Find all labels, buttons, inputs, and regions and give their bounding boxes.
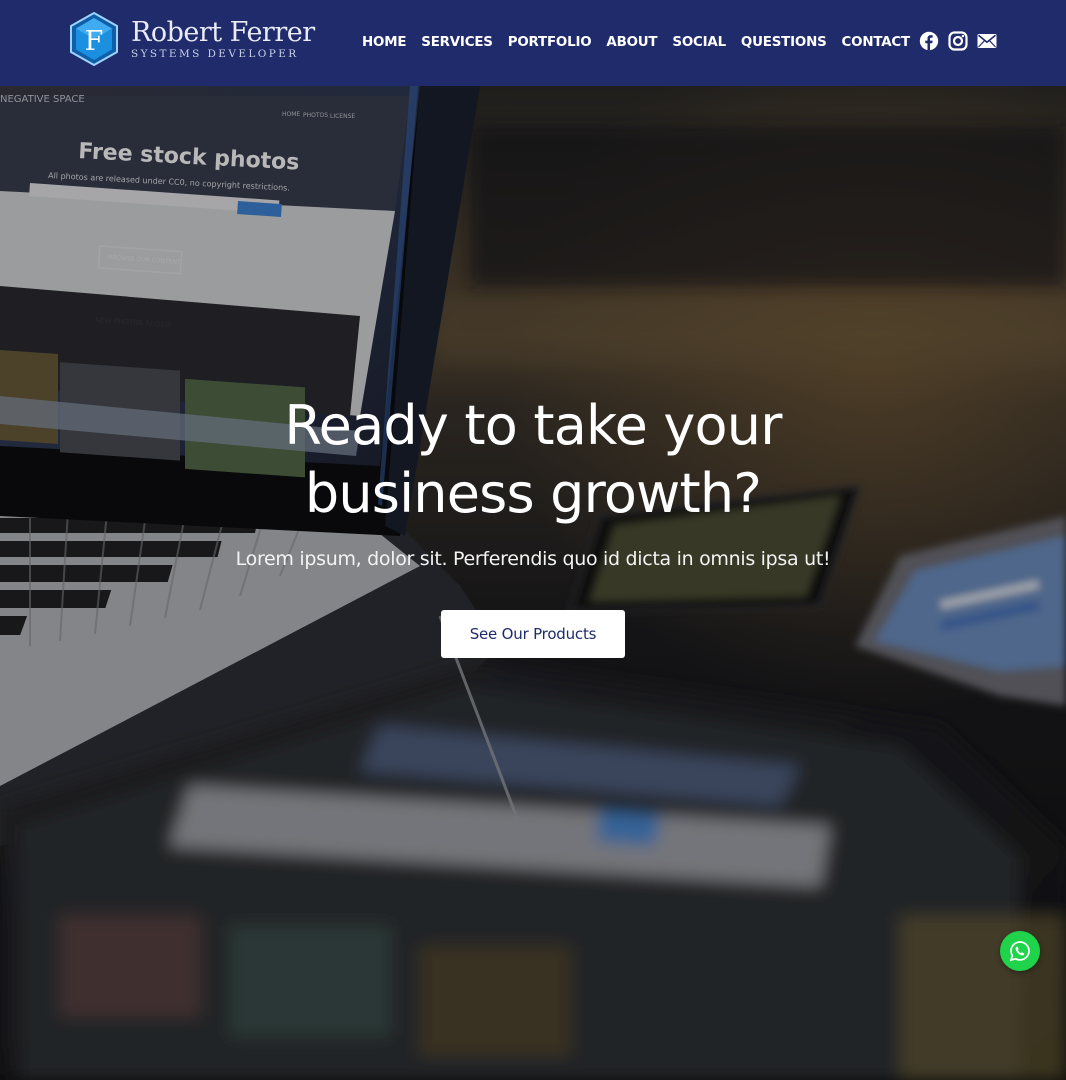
brand-text: Robert Ferrer SYSTEMS DEVELOPER bbox=[131, 16, 315, 60]
hero-title: Ready to take your business growth? bbox=[284, 394, 782, 525]
nav-social-link[interactable]: SOCIAL bbox=[672, 34, 726, 52]
brand-logo-initial: F bbox=[85, 26, 104, 57]
facebook-link[interactable] bbox=[919, 31, 939, 51]
brand-logo-icon: F bbox=[70, 12, 118, 66]
mail-icon bbox=[977, 34, 997, 48]
hero-content: Ready to take your business growth? Lore… bbox=[0, 392, 1066, 658]
nav-services-link[interactable]: SERVICES bbox=[421, 34, 493, 52]
main-nav: HOME SERVICES PORTFOLIO ABOUT SOCIAL QUE… bbox=[362, 34, 910, 52]
nav-questions-link[interactable]: QUESTIONS bbox=[741, 34, 827, 52]
instagram-link[interactable] bbox=[948, 31, 968, 51]
social-links bbox=[919, 31, 997, 51]
instagram-icon bbox=[948, 31, 968, 51]
hero-section: NEGATIVE SPACE HOME PHOTOS LICENSE Free … bbox=[0, 86, 1066, 1080]
nav-contact-link[interactable]: CONTACT bbox=[842, 34, 911, 52]
nav-about-link[interactable]: ABOUT bbox=[606, 34, 657, 52]
brand-tagline: SYSTEMS DEVELOPER bbox=[131, 47, 299, 60]
whatsapp-chat-button[interactable] bbox=[1000, 931, 1040, 971]
site-header: F Robert Ferrer SYSTEMS DEVELOPER HOME S… bbox=[0, 0, 1066, 86]
whatsapp-icon bbox=[1009, 941, 1030, 962]
nav-portfolio-link[interactable]: PORTFOLIO bbox=[508, 34, 592, 52]
see-products-button[interactable]: See Our Products bbox=[440, 610, 626, 658]
brand-name: Robert Ferrer bbox=[131, 16, 315, 48]
hero-subtitle: Lorem ipsum, dolor sit. Perferendis quo … bbox=[235, 548, 831, 570]
facebook-icon bbox=[919, 31, 939, 51]
mail-link[interactable] bbox=[977, 31, 997, 51]
nav-home-link[interactable]: HOME bbox=[362, 34, 406, 52]
brand-logo-link[interactable]: F Robert Ferrer SYSTEMS DEVELOPER bbox=[67, 12, 315, 66]
